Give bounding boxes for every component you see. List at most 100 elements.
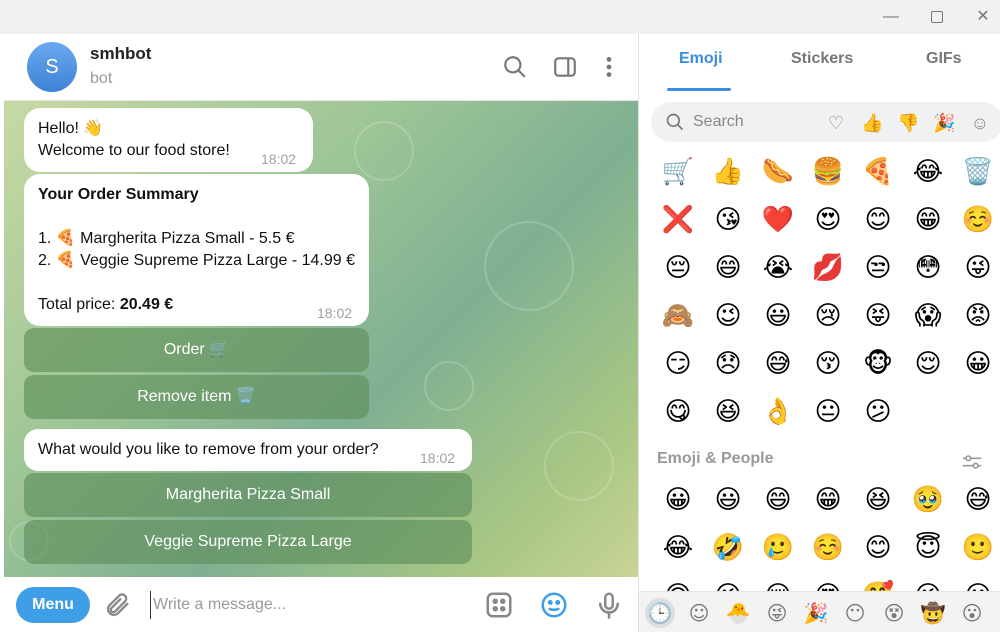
emoji-item[interactable]: 🌭	[753, 148, 803, 196]
emoji-item[interactable]: 😆	[703, 388, 753, 436]
emoji-search-input[interactable]	[693, 110, 813, 134]
emoji-item[interactable]: ☺️	[953, 196, 1000, 244]
emoji-item[interactable]: 😕	[853, 388, 903, 436]
emoji-item[interactable]: 🥹	[903, 476, 953, 524]
emoji-item[interactable]: 😇	[903, 524, 953, 572]
emoji-item[interactable]: 🙈	[653, 292, 703, 340]
emoji-item[interactable]: 👍	[703, 148, 753, 196]
emoji-item[interactable]: 😂	[653, 524, 703, 572]
message-bubble-remove-prompt[interactable]: What would you like to remove from your …	[24, 429, 472, 471]
emoji-item[interactable]: 😳	[903, 244, 953, 292]
bot-commands-icon[interactable]	[484, 590, 514, 620]
emoji-item[interactable]: 😌	[753, 572, 803, 591]
emoji-item[interactable]: 😞	[703, 340, 753, 388]
emoji-icon[interactable]	[539, 590, 569, 620]
face-category-icon[interactable]: 😶	[840, 598, 870, 628]
avatar[interactable]: S	[27, 42, 77, 92]
emoji-item[interactable]: 🤣	[703, 524, 753, 572]
emoji-item[interactable]: 😁	[903, 196, 953, 244]
tab-gifs[interactable]: GIFs	[926, 50, 962, 68]
emoji-item[interactable]: 😘	[903, 572, 953, 591]
search-icon[interactable]	[502, 54, 528, 80]
recent-category-icon[interactable]: 🕒	[645, 598, 675, 628]
order-button[interactable]: Order 🛒	[24, 328, 369, 372]
dizzy-category-icon[interactable]: 😵	[879, 598, 909, 628]
close-button[interactable]: ✕	[972, 6, 994, 28]
sidebar-toggle-icon[interactable]	[552, 54, 578, 80]
more-options-icon[interactable]	[596, 54, 622, 80]
microphone-icon[interactable]	[594, 590, 624, 620]
emoji-item[interactable]: 😄	[703, 244, 753, 292]
section-settings-icon[interactable]	[961, 452, 983, 472]
emoji-item[interactable]: 😒	[853, 244, 903, 292]
emoji-item[interactable]: 💋	[803, 244, 853, 292]
emoji-item[interactable]: 🗑️	[953, 148, 1000, 196]
emoji-item[interactable]: 😔	[653, 244, 703, 292]
emoji-item[interactable]: 🐵	[853, 340, 903, 388]
emoji-item[interactable]: 😃	[703, 476, 753, 524]
wow-category-icon[interactable]: 😮	[957, 598, 987, 628]
emoji-item[interactable]: 🥲	[753, 524, 803, 572]
emoji-item[interactable]: 😁	[803, 476, 853, 524]
emoji-item[interactable]: 😢	[803, 292, 853, 340]
message-input[interactable]	[150, 591, 470, 619]
paperclip-icon[interactable]	[104, 591, 132, 619]
remove-margherita-button[interactable]: Margherita Pizza Small	[24, 473, 472, 517]
emoji-item[interactable]: 🙃	[653, 572, 703, 591]
emoji-item[interactable]: 😋	[653, 388, 703, 436]
animals-category-icon[interactable]: 🐣	[723, 598, 753, 628]
emoji-item[interactable]: 😅	[753, 340, 803, 388]
heart-filter-icon[interactable]: ♡	[825, 112, 847, 134]
emoji-item[interactable]: 😗	[953, 572, 1000, 591]
emoji-item[interactable]: 😉	[703, 572, 753, 591]
minimize-button[interactable]: —	[880, 6, 902, 28]
cowboy-category-icon[interactable]: 🤠	[918, 598, 948, 628]
tab-stickers[interactable]: Stickers	[791, 50, 853, 68]
emoji-item[interactable]: 😚	[803, 340, 853, 388]
message-bubble-greeting[interactable]: Hello! 👋 Welcome to our food store! 18:0…	[24, 108, 313, 172]
emoji-item[interactable]: 😱	[903, 292, 953, 340]
emoji-item[interactable]: 🥰	[853, 572, 903, 591]
emoji-item[interactable]: 😄	[753, 476, 803, 524]
message-bubble-order-summary[interactable]: Your Order Summary 1. 🍕 Margherita Pizza…	[24, 174, 369, 326]
emoji-item[interactable]: 😭	[753, 244, 803, 292]
emoji-item[interactable]: 👌	[753, 388, 803, 436]
activity-category-icon[interactable]: 🎉	[801, 598, 831, 628]
emoji-item[interactable]: 😊	[853, 196, 903, 244]
emoji-item[interactable]: 😍	[803, 572, 853, 591]
emoji-item[interactable]: 😜	[953, 244, 1000, 292]
chat-title[interactable]: smhbot	[90, 44, 151, 64]
emoji-item[interactable]: 😊	[853, 524, 903, 572]
emoji-item[interactable]: 🍕	[853, 148, 903, 196]
emoji-item[interactable]: 😝	[853, 292, 903, 340]
emoji-item[interactable]: 🍔	[803, 148, 853, 196]
emoji-item[interactable]: 😂	[903, 148, 953, 196]
smileys-category-icon[interactable]: ☺	[684, 598, 714, 628]
emoji-item[interactable]: 🛒	[653, 148, 703, 196]
emoji-item[interactable]: 😏	[653, 340, 703, 388]
remove-item-button[interactable]: Remove item 🗑️	[24, 375, 369, 419]
emoji-item[interactable]: ❤️	[753, 196, 803, 244]
emoji-item[interactable]: 😅	[953, 476, 1000, 524]
emoji-item[interactable]: 😉	[703, 292, 753, 340]
remove-veggie-button[interactable]: Veggie Supreme Pizza Large	[24, 520, 472, 564]
emoji-item[interactable]: 😌	[903, 340, 953, 388]
thumbs-down-filter-icon[interactable]: 👎	[897, 112, 919, 134]
message-list[interactable]: Hello! 👋 Welcome to our food store! 18:0…	[4, 101, 638, 577]
emoji-item[interactable]: ☺️	[803, 524, 853, 572]
emoji-item[interactable]: 🙂	[953, 524, 1000, 572]
smile-filter-icon[interactable]: ☺	[969, 112, 991, 134]
emoji-item[interactable]: 😐	[803, 388, 853, 436]
bot-menu-button[interactable]: Menu	[16, 587, 90, 623]
emoji-item[interactable]: 😀	[653, 476, 703, 524]
emoji-item[interactable]: 😀	[953, 340, 1000, 388]
stickers-category-icon[interactable]: 😜	[762, 598, 792, 628]
emoji-item[interactable]: 😃	[753, 292, 803, 340]
emoji-item[interactable]: 😘	[703, 196, 753, 244]
emoji-item[interactable]: 😡	[953, 292, 1000, 340]
thumbs-up-filter-icon[interactable]: 👍	[861, 112, 883, 134]
maximize-button[interactable]	[926, 6, 948, 28]
tab-emoji[interactable]: Emoji	[679, 50, 723, 68]
emoji-item[interactable]: 😆	[853, 476, 903, 524]
party-filter-icon[interactable]: 🎉	[933, 112, 955, 134]
